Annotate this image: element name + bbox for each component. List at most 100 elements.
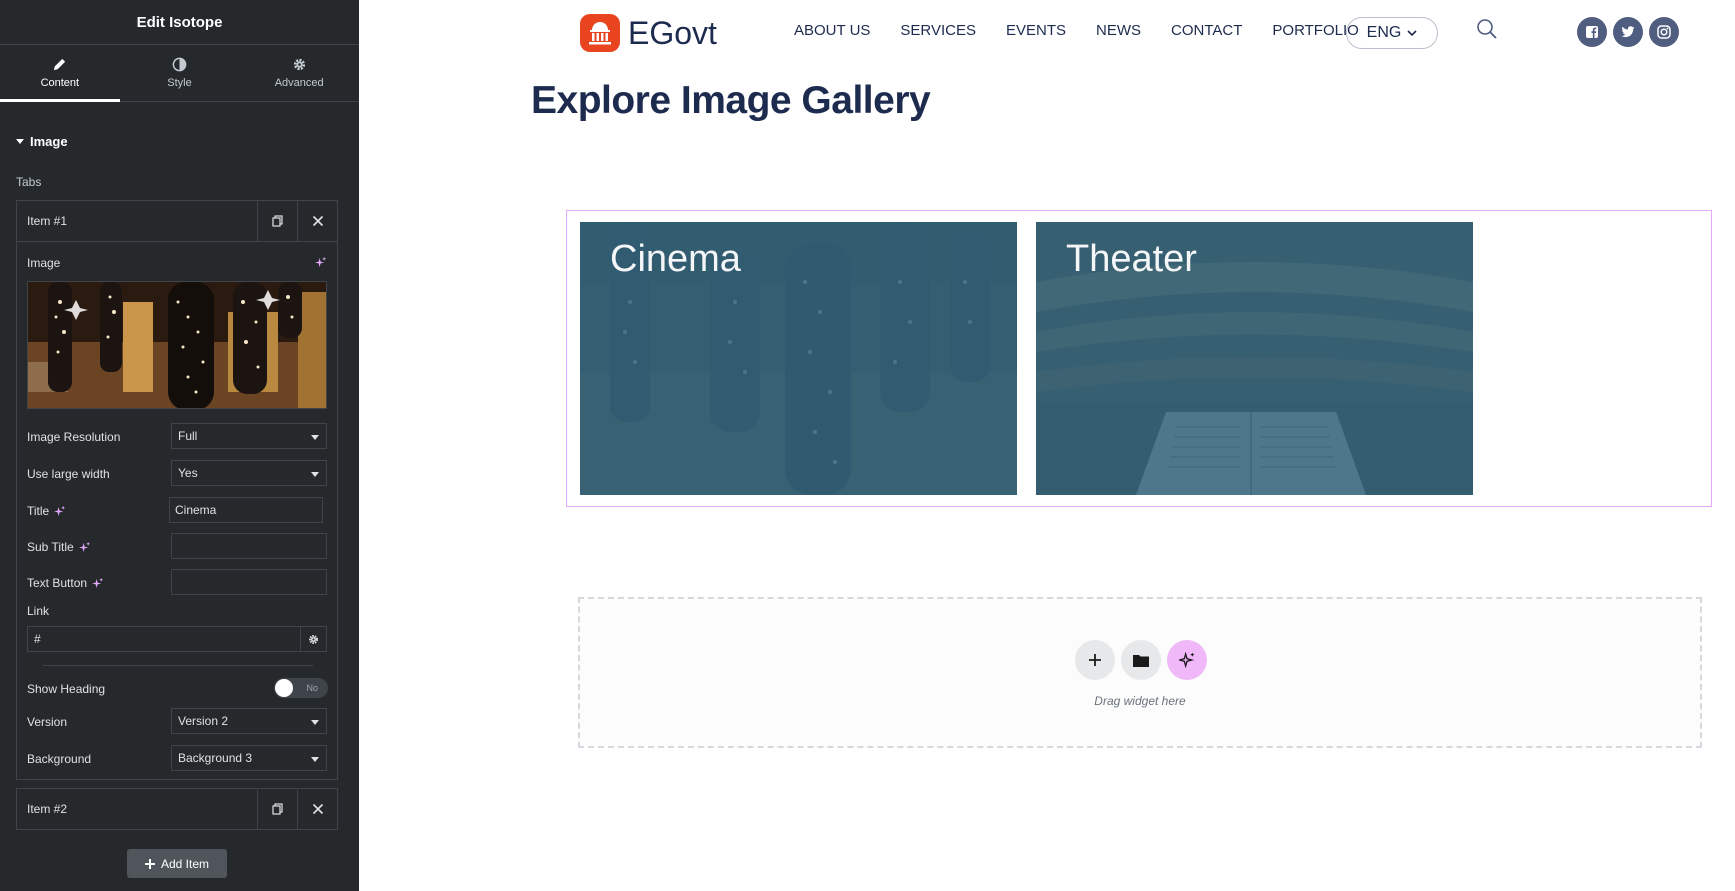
- contrast-icon: [172, 57, 187, 72]
- title-label: Title: [27, 504, 50, 518]
- show-heading-toggle[interactable]: No: [274, 678, 328, 698]
- subtitle-input[interactable]: [171, 533, 327, 559]
- folder-icon: [1133, 654, 1149, 667]
- card-title-cinema: Cinema: [610, 238, 741, 280]
- link-label: Link: [27, 604, 50, 618]
- panel-title: Edit Isotope: [136, 13, 223, 31]
- divider: [43, 665, 313, 666]
- caret-down-icon: [16, 139, 24, 144]
- gallery-card-cinema[interactable]: Cinema: [580, 222, 1017, 495]
- copy-icon: [271, 215, 283, 227]
- facebook-icon: [1586, 26, 1598, 38]
- logo-text: EGovt: [628, 14, 717, 51]
- panel-tabs: Content Style Advanced: [0, 45, 359, 102]
- large-width-select[interactable]: Yes: [171, 460, 327, 486]
- image-resolution-select[interactable]: Full: [171, 423, 327, 449]
- section-image-toggle[interactable]: Image: [16, 134, 68, 149]
- chevron-down-icon: [1407, 29, 1417, 36]
- card-title-theater: Theater: [1066, 238, 1197, 280]
- editor-panel: Edit Isotope Content Style Advanced Imag…: [0, 0, 359, 891]
- tab-style-label: Style: [167, 77, 192, 89]
- add-item-label: Add Item: [160, 856, 210, 871]
- plus-icon: [144, 858, 155, 869]
- section-title: Image: [30, 134, 68, 149]
- nav-news[interactable]: NEWS: [1096, 22, 1141, 39]
- close-icon: [312, 215, 323, 227]
- tab-style[interactable]: Style: [120, 45, 240, 101]
- ai-generate-button[interactable]: [1167, 640, 1207, 680]
- background-select[interactable]: Background 3: [171, 745, 327, 771]
- show-heading-label: Show Heading: [27, 682, 106, 696]
- duplicate-item-1-button[interactable]: [257, 201, 297, 241]
- text-button-input[interactable]: [171, 569, 327, 595]
- duplicate-item-2-button[interactable]: [257, 789, 297, 829]
- toggle-state-text: No: [306, 683, 318, 693]
- search-icon: [1477, 19, 1497, 39]
- image-label-row: Image: [27, 256, 60, 270]
- main-nav: ABOUT US SERVICES EVENTS NEWS CONTACT PO…: [794, 22, 1389, 39]
- add-item-button[interactable]: Add Item: [127, 849, 227, 878]
- nav-services[interactable]: SERVICES: [900, 22, 976, 39]
- image-thumbnail[interactable]: [27, 281, 327, 409]
- gallery-card-theater[interactable]: Theater: [1036, 222, 1473, 495]
- gear-icon: [293, 58, 305, 71]
- large-width-label: Use large width: [27, 467, 110, 481]
- text-button-label-row: Text Button: [27, 576, 104, 590]
- subtitle-label: Sub Title: [27, 540, 74, 554]
- language-label: ENG: [1366, 24, 1402, 41]
- tab-advanced-label: Advanced: [274, 77, 324, 89]
- search-button[interactable]: [1476, 18, 1498, 45]
- repeater-item-1: Item #1 Image Image Resolution Full Use …: [16, 200, 338, 780]
- link-input[interactable]: #: [28, 627, 300, 651]
- language-selector[interactable]: ENG: [1346, 17, 1438, 49]
- item-2-title: Item #2: [27, 802, 68, 816]
- facebook-link[interactable]: [1577, 17, 1607, 47]
- tab-content-label: Content: [40, 77, 80, 89]
- version-label: Version: [27, 715, 68, 729]
- subtitle-label-row: Sub Title: [27, 540, 90, 554]
- title-label-row: Title: [27, 504, 66, 518]
- ai-sparkle-icon[interactable]: [54, 505, 66, 517]
- gear-icon: [309, 634, 318, 644]
- image-resolution-label: Image Resolution: [27, 430, 121, 444]
- item-1-header[interactable]: Item #1: [17, 201, 337, 241]
- pencil-icon: [54, 58, 66, 71]
- image-label: Image: [27, 256, 61, 270]
- instagram-icon: [1657, 25, 1671, 39]
- ai-sparkle-icon[interactable]: [92, 577, 104, 589]
- tab-advanced[interactable]: Advanced: [239, 45, 359, 101]
- remove-item-1-button[interactable]: [297, 201, 337, 241]
- version-select[interactable]: Version 2: [171, 708, 327, 734]
- title-input[interactable]: Cinema: [169, 497, 323, 523]
- remove-item-2-button[interactable]: [297, 789, 337, 829]
- tabs-label: Tabs: [16, 175, 42, 189]
- twitter-icon: [1621, 26, 1635, 38]
- plus-icon: [1089, 654, 1101, 666]
- twitter-link[interactable]: [1613, 17, 1643, 47]
- drop-zone-text: Drag widget here: [1094, 694, 1186, 708]
- add-template-button[interactable]: [1121, 640, 1161, 680]
- link-field[interactable]: #: [27, 626, 327, 652]
- nav-events[interactable]: EVENTS: [1006, 22, 1066, 39]
- item-2-header[interactable]: Item #2: [17, 789, 337, 829]
- site-logo[interactable]: EGovt: [580, 14, 717, 52]
- copy-icon: [271, 803, 283, 815]
- nav-contact[interactable]: CONTACT: [1171, 22, 1242, 39]
- social-links: [1577, 17, 1679, 47]
- ai-sparkle-icon[interactable]: [315, 257, 326, 268]
- capitol-icon: [580, 14, 620, 52]
- link-options-button[interactable]: [300, 627, 326, 651]
- tab-content[interactable]: Content: [0, 45, 120, 102]
- item-1-body: Image Image Resolution Full Use large wi…: [17, 241, 337, 779]
- nav-about-us[interactable]: ABOUT US: [794, 22, 870, 39]
- item-1-title: Item #1: [27, 214, 68, 228]
- cinema-lamps-image: [28, 282, 326, 408]
- ai-sparkle-icon: [1179, 652, 1195, 668]
- drop-zone-actions: [1075, 640, 1207, 680]
- instagram-link[interactable]: [1649, 17, 1679, 47]
- ai-sparkle-icon[interactable]: [78, 541, 90, 553]
- widget-drop-zone[interactable]: Drag widget here: [578, 597, 1702, 748]
- add-section-button[interactable]: [1075, 640, 1115, 680]
- background-label: Background: [27, 752, 92, 766]
- repeater-item-2: Item #2: [16, 788, 338, 830]
